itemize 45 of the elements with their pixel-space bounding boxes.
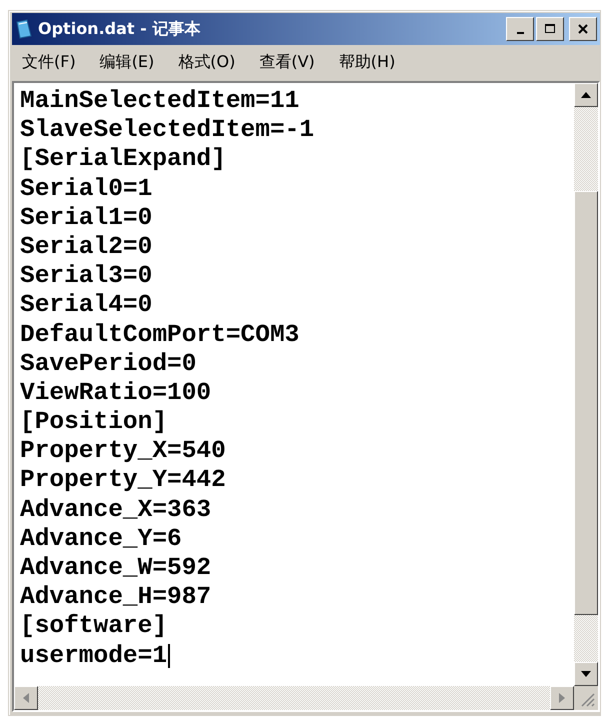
left-triangle-icon bbox=[23, 693, 29, 703]
text-line: [SerialExpand] bbox=[20, 145, 227, 175]
menu-item[interactable]: 查看(V) bbox=[259, 52, 315, 72]
scroll-thumb[interactable] bbox=[574, 191, 598, 615]
text-line: Property_X=540 bbox=[20, 437, 227, 466]
down-triangle-icon bbox=[581, 671, 591, 677]
text-line: Serial0=1 bbox=[20, 174, 154, 204]
close-button[interactable] bbox=[569, 17, 597, 41]
text-line: Serial3=0 bbox=[20, 262, 154, 292]
menu-item[interactable]: 文件(F) bbox=[22, 52, 76, 72]
vertical-scrollbar[interactable] bbox=[574, 83, 598, 686]
text-line: SavePeriod=0 bbox=[20, 350, 198, 379]
scroll-right-button[interactable] bbox=[550, 686, 574, 710]
text-line: ViewRatio=100 bbox=[20, 378, 212, 408]
text-line: [Position] bbox=[20, 408, 168, 438]
text-line: MainSelectedItem=11 bbox=[20, 87, 300, 116]
text-line: Advance_X=363 bbox=[20, 496, 212, 525]
maximize-icon bbox=[545, 24, 555, 34]
minimize-icon bbox=[516, 32, 524, 34]
scroll-up-button[interactable] bbox=[574, 83, 598, 107]
text-line: Serial1=0 bbox=[20, 204, 154, 233]
maximize-button[interactable] bbox=[536, 17, 564, 41]
menu-item[interactable]: 格式(O) bbox=[178, 52, 236, 72]
right-triangle-icon bbox=[559, 693, 565, 703]
text-line: Property_Y=442 bbox=[20, 466, 227, 496]
menu-item[interactable]: 编辑(E) bbox=[100, 52, 154, 72]
minimize-button[interactable] bbox=[506, 17, 534, 41]
text-caret bbox=[168, 644, 170, 668]
up-triangle-icon bbox=[581, 92, 591, 98]
horizontal-scrollbar[interactable] bbox=[14, 686, 574, 710]
text-line: Advance_W=592 bbox=[20, 554, 212, 584]
text-line: [software] bbox=[20, 612, 168, 642]
text-line: SlaveSelectedItem=-1 bbox=[20, 116, 316, 146]
text-line: Advance_Y=6 bbox=[20, 524, 183, 554]
menu-item[interactable]: 帮助(H) bbox=[338, 52, 396, 72]
notepad-icon bbox=[15, 19, 33, 39]
text-line: Advance_H=987 bbox=[20, 583, 212, 612]
scroll-down-button[interactable] bbox=[574, 662, 598, 686]
window-title: Option.dat - 记事本 bbox=[38, 18, 202, 40]
text-line: DefaultComPort=COM3 bbox=[20, 320, 300, 350]
scroll-left-button[interactable] bbox=[14, 686, 38, 710]
text-line: usermode=1 bbox=[20, 642, 574, 671]
close-icon bbox=[578, 24, 588, 34]
text-line: Serial4=0 bbox=[20, 291, 154, 320]
text-line: Serial2=0 bbox=[20, 232, 154, 262]
